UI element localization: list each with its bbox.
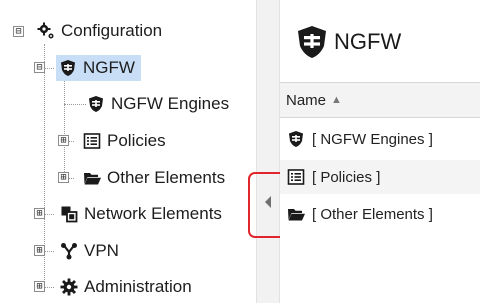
tree-expander-network-elements[interactable]: ⊞ [34,208,45,219]
tree-expander-other-elements[interactable]: ⊞ [58,172,69,183]
tree-item-network-elements[interactable]: Network Elements [59,201,222,227]
shield-icon [294,24,330,60]
tree-guide [44,68,54,69]
gear-icon [36,21,56,41]
network-elements-icon [59,204,79,224]
shield-icon [58,58,78,78]
panel-splitter[interactable] [256,0,280,303]
sort-ascending-icon: ▲ [331,94,342,106]
shield-icon [86,94,106,114]
tree-expander-configuration[interactable]: ⊟ [13,26,24,37]
folder-icon [82,168,102,188]
list-item-label: [ Policies ] [312,168,381,186]
folder-icon [286,204,306,224]
column-header-label: Name [286,91,327,109]
tree-guide [44,287,54,288]
gear-icon [59,277,79,297]
page-title: NGFW [294,24,401,60]
vpn-icon [59,241,79,261]
shield-icon [286,129,306,149]
policy-list-icon [82,131,102,151]
tree-item-configuration[interactable]: Configuration [36,18,162,44]
tree-item-label: NGFW Engines [111,94,230,113]
tree-item-ngfw[interactable]: NGFW [56,55,141,81]
tree-item-label: Other Elements [107,168,226,187]
tree-guide [64,80,65,178]
tree-item-label: VPN [84,241,119,260]
list-item-policies[interactable]: [ Policies ] [280,160,480,194]
tree-guide [64,104,86,105]
tree-item-policies[interactable]: Policies [82,128,166,154]
tree-item-other-elements[interactable]: Other Elements [82,165,225,191]
tree-item-label: Network Elements [84,204,222,223]
tree-expander-vpn[interactable]: ⊞ [34,245,45,256]
tree-item-vpn[interactable]: VPN [59,238,119,264]
list-item-label: [ NGFW Engines ] [312,130,433,148]
tree-expander-policies[interactable]: ⊞ [58,135,69,146]
configuration-tree: ⊟ Configuration ⊟ NGFW NGFW Engines ⊞ Po… [0,0,256,303]
tree-expander-administration[interactable]: ⊞ [34,281,45,292]
tree-expander-ngfw[interactable]: ⊟ [34,62,45,73]
tree-item-administration[interactable]: Administration [59,274,192,300]
column-header-name[interactable]: Name ▲ [280,82,480,118]
policy-list-icon [286,167,306,187]
tree-item-ngfw-engines[interactable]: NGFW Engines [86,91,229,117]
list-item-other-elements[interactable]: [ Other Elements ] [280,197,480,231]
tree-item-label: Policies [107,131,166,150]
tree-guide [44,214,54,215]
list-item-label: [ Other Elements ] [312,205,433,223]
content-panel: NGFW Name ▲ [ NGFW Engines ] [ Policies … [280,0,480,303]
tree-item-label: Administration [84,277,192,296]
tree-item-label: Configuration [61,21,163,40]
page-title-text: NGFW [334,29,402,54]
tree-guide [44,251,54,252]
tree-item-label: NGFW [83,58,135,77]
list-item-ngfw-engines[interactable]: [ NGFW Engines ] [280,122,480,156]
